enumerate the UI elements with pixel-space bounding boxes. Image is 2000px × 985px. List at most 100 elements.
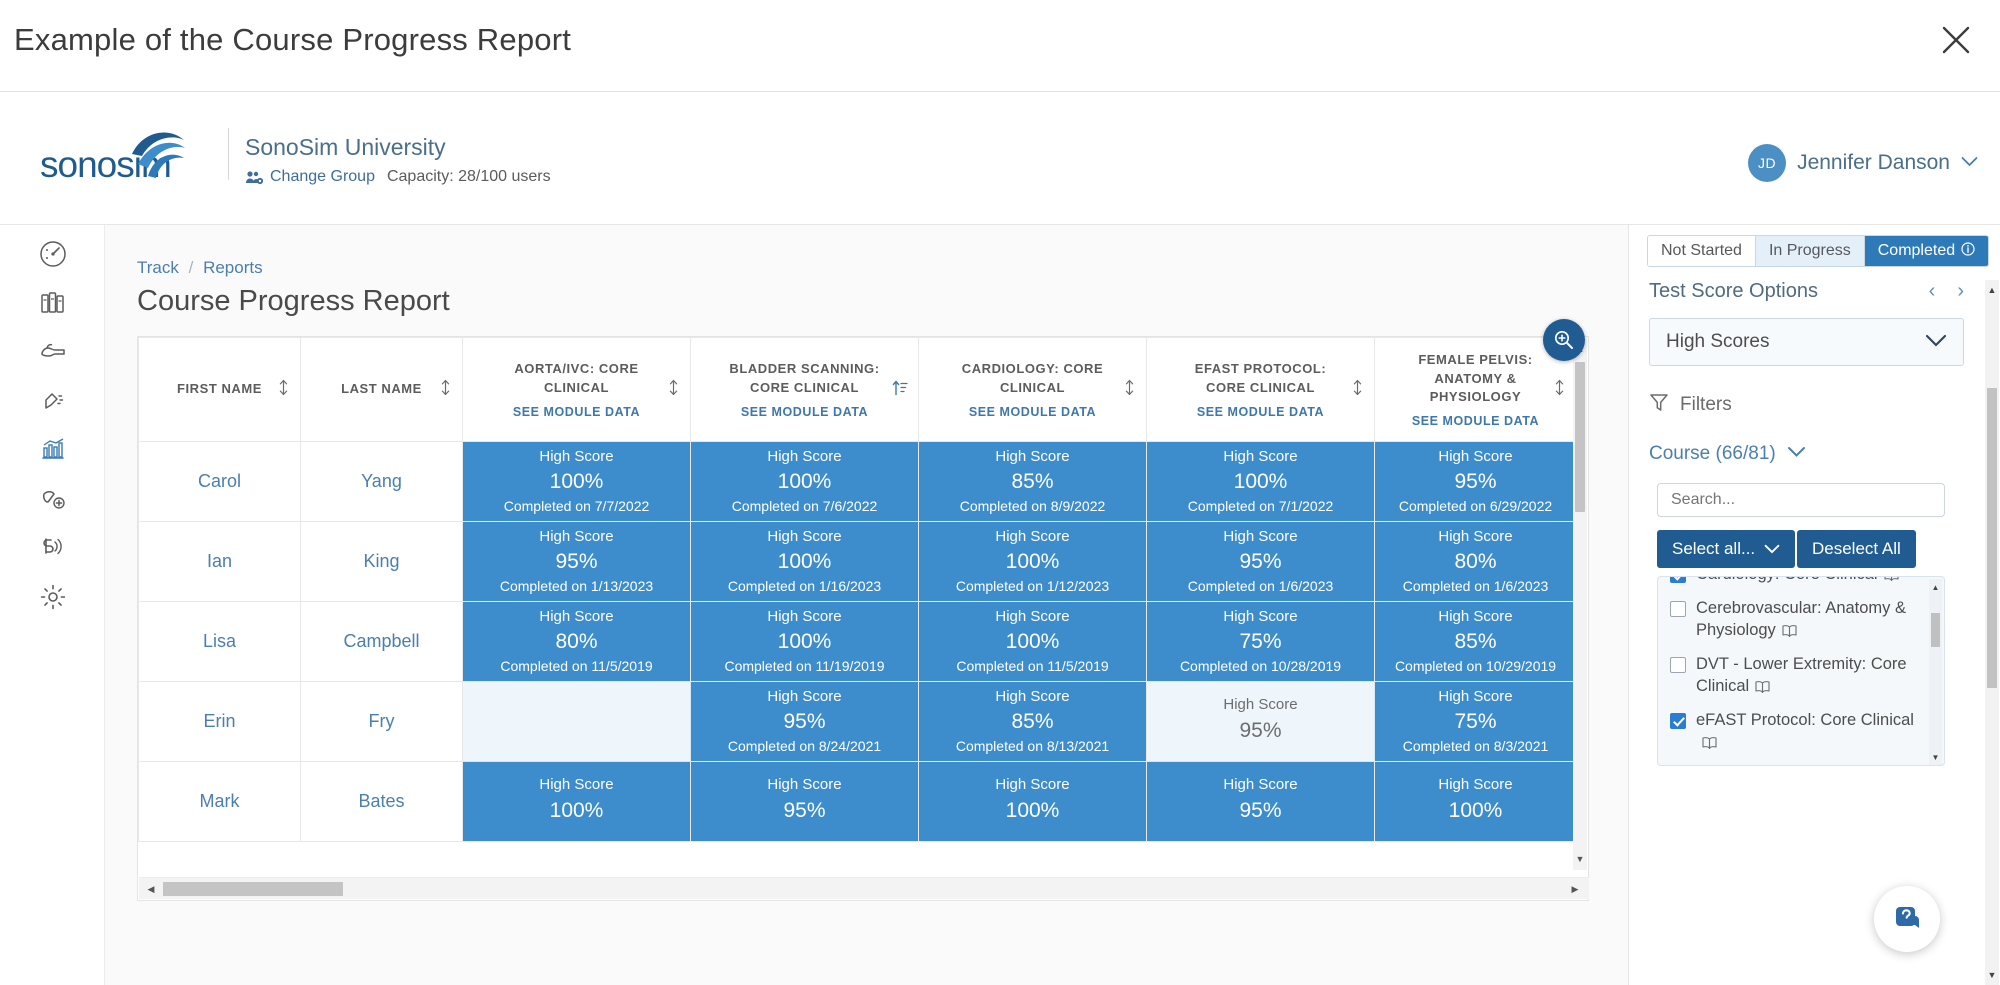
scroll-up-icon[interactable]: ▲ [1985, 282, 1999, 298]
scroll-down-icon[interactable]: ▼ [1573, 850, 1587, 868]
sidebar-item-library[interactable] [36, 288, 70, 322]
course-filter-item[interactable]: DVT - Lower Extremity: Core Clinical [1658, 649, 1926, 705]
scroll-thumb[interactable] [1575, 362, 1585, 512]
table-column-header[interactable]: AORTA/IVC: CORE CLINICAL SEE MODULE DATA [463, 338, 691, 442]
scroll-right-icon[interactable]: ▶ [1567, 882, 1583, 896]
course-filter-item[interactable]: Cerebrovascular: Anatomy & Physiology [1658, 593, 1926, 649]
chevron-left-icon[interactable]: ‹ [1929, 280, 1936, 303]
sidebar-item-dashboard[interactable] [36, 239, 70, 273]
course-search-input[interactable] [1657, 483, 1945, 517]
score-value: 100% [919, 795, 1146, 827]
sidebar-item-settings[interactable] [36, 582, 70, 616]
table-row[interactable]: MarkBatesHigh Score100%High Score95%High… [139, 762, 1577, 842]
live-scan-icon [38, 533, 68, 568]
scroll-down-icon[interactable]: ▼ [1929, 750, 1942, 764]
cell-score: High Score100%Completed on 7/7/2022 [463, 442, 691, 522]
panel-scrollbar[interactable]: ▲ ▼ [1985, 280, 1999, 985]
see-module-data-link[interactable]: SEE MODULE DATA [1401, 414, 1550, 428]
score-label: High Score [919, 448, 1146, 467]
status-tab-not-started[interactable]: Not Started [1648, 236, 1756, 266]
table-column-header[interactable]: FEMALE PELVIS: ANATOMY & PHYSIOLOGYSEE M… [1375, 338, 1577, 442]
sort-icon[interactable] [892, 378, 908, 401]
table-row[interactable]: CarolYangHigh Score100%Completed on 7/7/… [139, 442, 1577, 522]
table-column-header[interactable]: LAST NAME [301, 338, 463, 442]
course-list-scrollbar[interactable]: ▲ ▼ [1929, 579, 1942, 765]
bar-chart-icon [38, 435, 68, 470]
right-filter-panel: Not StartedIn ProgressCompleted Test Sco… [1628, 225, 2000, 985]
table-column-header[interactable]: FIRST NAME [139, 338, 301, 442]
status-tab-completed[interactable]: Completed [1865, 236, 1988, 266]
scroll-up-icon[interactable]: ▲ [1929, 580, 1942, 594]
probe-add-icon [38, 484, 68, 519]
see-module-data-link[interactable]: SEE MODULE DATA [717, 405, 892, 419]
cell-score: High Score100% [919, 762, 1147, 842]
change-group-link[interactable]: Change Group [270, 168, 375, 186]
column-title: AORTA/IVC: CORE CLINICAL [489, 360, 664, 398]
chevron-right-icon[interactable]: › [1957, 280, 1964, 303]
see-module-data-link[interactable]: SEE MODULE DATA [1173, 405, 1348, 419]
table-row[interactable]: ErinFryHigh Score95%Completed on 8/24/20… [139, 682, 1577, 762]
checkbox[interactable] [1670, 713, 1686, 729]
table-row[interactable]: LisaCampbellHigh Score80%Completed on 11… [139, 602, 1577, 682]
course-book-icon[interactable] [1883, 576, 1900, 588]
score-label: High Score [691, 528, 918, 547]
select-all-button[interactable]: Select all... [1657, 530, 1795, 568]
cell-first-name: Carol [139, 442, 301, 522]
table-row[interactable]: IanKingHigh Score95%Completed on 1/13/20… [139, 522, 1577, 602]
sort-icon[interactable] [1351, 378, 1364, 401]
user-menu[interactable]: JD Jennifer Danson [1748, 144, 1978, 182]
table-column-header[interactable]: CARDIOLOGY: CORE CLINICALSEE MODULE DATA [919, 338, 1147, 442]
score-type-select[interactable]: High Scores [1649, 318, 1964, 366]
course-book-icon[interactable] [1701, 734, 1718, 756]
scroll-thumb-horizontal[interactable] [163, 882, 343, 896]
table-horizontal-scrollbar[interactable]: ◀ ▶ [139, 877, 1589, 899]
sort-icon[interactable] [1123, 378, 1136, 401]
see-module-data-link[interactable]: SEE MODULE DATA [489, 405, 664, 419]
checkbox[interactable] [1670, 576, 1686, 583]
scroll-left-icon[interactable]: ◀ [143, 882, 159, 896]
deselect-all-button[interactable]: Deselect All [1797, 530, 1916, 568]
scroll-down-icon[interactable]: ▼ [1985, 967, 1999, 983]
checkbox[interactable] [1670, 657, 1686, 673]
info-icon[interactable] [1961, 242, 1975, 261]
table-vertical-scrollbar[interactable]: ▲ ▼ [1573, 338, 1587, 870]
course-book-icon[interactable] [1754, 678, 1771, 700]
cell-score: High Score95%Completed on 1/6/2023 [1147, 522, 1375, 602]
sort-icon[interactable] [667, 378, 680, 401]
scroll-thumb[interactable] [1931, 613, 1940, 647]
course-filter-item[interactable]: eFAST Protocol: Core Clinical [1658, 705, 1926, 761]
see-module-data-link[interactable]: SEE MODULE DATA [945, 405, 1120, 419]
table-column-header[interactable]: EFAST PROTOCOL: CORE CLINICAL SEE MODULE … [1147, 338, 1375, 442]
status-tab-in-progress[interactable]: In Progress [1756, 236, 1865, 266]
course-filter-item[interactable]: Cardiology: Core Clinical [1658, 576, 1926, 593]
score-label: High Score [463, 448, 690, 467]
column-title: EFAST PROTOCOL: CORE CLINICAL [1173, 360, 1348, 398]
course-book-icon[interactable] [1781, 622, 1798, 644]
column-title: FIRST NAME [165, 380, 274, 399]
checkbox[interactable] [1670, 601, 1686, 617]
sort-icon[interactable] [439, 378, 452, 401]
sidebar-item-add-probe[interactable] [36, 484, 70, 518]
cell-score: High Score80%Completed on 1/6/2023 [1375, 522, 1577, 602]
course-filter-group-toggle[interactable]: Course (66/81) [1649, 443, 1806, 465]
scroll-thumb[interactable] [1987, 388, 1997, 688]
sidebar-item-scan[interactable] [36, 386, 70, 420]
sidebar-item-livescan[interactable] [36, 533, 70, 567]
sonosim-logo[interactable]: sonosim [40, 120, 230, 190]
sidebar-item-reports[interactable] [36, 435, 70, 469]
table-column-header[interactable]: BLADDER SCANNING: CORE CLINICALSEE MODUL… [691, 338, 919, 442]
score-date: Completed on 8/9/2022 [919, 498, 1146, 516]
close-icon[interactable] [1934, 18, 1978, 62]
help-chat-icon[interactable] [1874, 886, 1940, 952]
sidebar-item-probe-hand[interactable] [36, 337, 70, 371]
breadcrumb-track[interactable]: Track [137, 258, 179, 277]
zoom-in-icon[interactable] [1543, 319, 1585, 361]
score-label: High Score [1375, 448, 1576, 467]
cell-last-name: Bates [301, 762, 463, 842]
sort-icon[interactable] [277, 378, 290, 401]
cell-last-name: Campbell [301, 602, 463, 682]
breadcrumb-reports[interactable]: Reports [203, 258, 263, 277]
sort-icon[interactable] [1553, 378, 1566, 401]
course-filter-label: Cerebrovascular: Anatomy & Physiology [1696, 598, 1914, 644]
course-filter-item[interactable]: Elbow: Anatomy & [1658, 761, 1926, 766]
